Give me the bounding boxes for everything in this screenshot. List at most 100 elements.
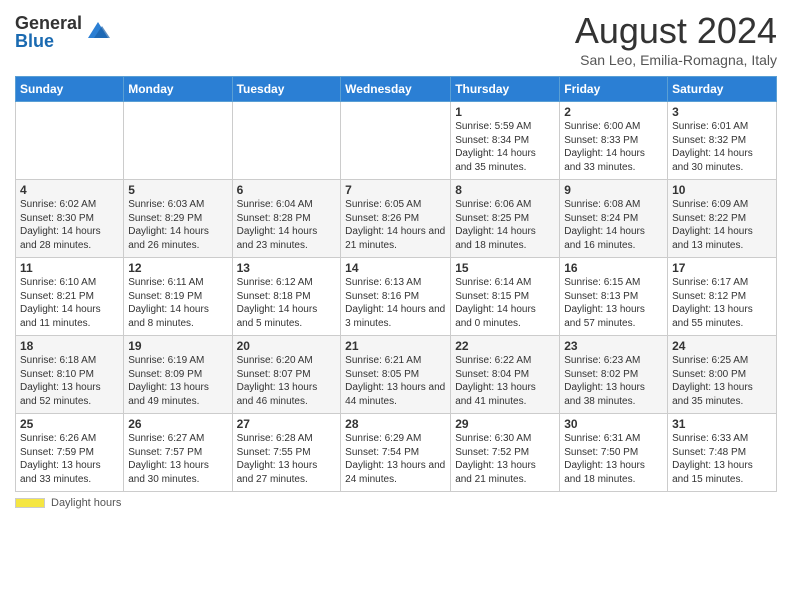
calendar-cell: 4Sunrise: 6:02 AM Sunset: 8:30 PM Daylig…	[16, 180, 124, 258]
day-info: Sunrise: 6:14 AM Sunset: 8:15 PM Dayligh…	[455, 276, 555, 330]
day-number: 27	[237, 417, 337, 431]
day-info: Sunrise: 6:02 AM Sunset: 8:30 PM Dayligh…	[20, 198, 119, 252]
calendar-cell: 19Sunrise: 6:19 AM Sunset: 8:09 PM Dayli…	[124, 336, 232, 414]
day-info: Sunrise: 6:12 AM Sunset: 8:18 PM Dayligh…	[237, 276, 337, 330]
calendar-cell: 1Sunrise: 5:59 AM Sunset: 8:34 PM Daylig…	[451, 102, 560, 180]
weekday-header-friday: Friday	[560, 77, 668, 102]
weekday-header-saturday: Saturday	[668, 77, 777, 102]
day-info: Sunrise: 6:29 AM Sunset: 7:54 PM Dayligh…	[345, 432, 446, 486]
day-number: 30	[564, 417, 663, 431]
calendar-table: SundayMondayTuesdayWednesdayThursdayFrid…	[15, 76, 777, 492]
day-info: Sunrise: 6:10 AM Sunset: 8:21 PM Dayligh…	[20, 276, 119, 330]
day-number: 9	[564, 183, 663, 197]
logo-blue: Blue	[15, 32, 82, 50]
day-number: 20	[237, 339, 337, 353]
logo-text: General Blue	[15, 14, 82, 50]
day-info: Sunrise: 6:09 AM Sunset: 8:22 PM Dayligh…	[672, 198, 772, 252]
weekday-header-monday: Monday	[124, 77, 232, 102]
day-info: Sunrise: 6:28 AM Sunset: 7:55 PM Dayligh…	[237, 432, 337, 486]
day-number: 24	[672, 339, 772, 353]
calendar-cell: 9Sunrise: 6:08 AM Sunset: 8:24 PM Daylig…	[560, 180, 668, 258]
day-info: Sunrise: 6:26 AM Sunset: 7:59 PM Dayligh…	[20, 432, 119, 486]
day-number: 10	[672, 183, 772, 197]
day-info: Sunrise: 6:23 AM Sunset: 8:02 PM Dayligh…	[564, 354, 663, 408]
weekday-header-wednesday: Wednesday	[341, 77, 451, 102]
day-number: 11	[20, 261, 119, 275]
day-number: 6	[237, 183, 337, 197]
day-info: Sunrise: 5:59 AM Sunset: 8:34 PM Dayligh…	[455, 120, 555, 174]
calendar-cell: 8Sunrise: 6:06 AM Sunset: 8:25 PM Daylig…	[451, 180, 560, 258]
day-number: 12	[128, 261, 227, 275]
calendar-cell: 5Sunrise: 6:03 AM Sunset: 8:29 PM Daylig…	[124, 180, 232, 258]
day-number: 2	[564, 105, 663, 119]
title-block: August 2024 San Leo, Emilia-Romagna, Ita…	[575, 10, 777, 68]
footer: Daylight hours	[15, 497, 777, 509]
day-number: 21	[345, 339, 446, 353]
daylight-label: Daylight hours	[51, 497, 121, 509]
day-info: Sunrise: 6:31 AM Sunset: 7:50 PM Dayligh…	[564, 432, 663, 486]
day-info: Sunrise: 6:33 AM Sunset: 7:48 PM Dayligh…	[672, 432, 772, 486]
logo: General Blue	[15, 14, 112, 50]
logo-icon	[84, 16, 112, 44]
day-info: Sunrise: 6:27 AM Sunset: 7:57 PM Dayligh…	[128, 432, 227, 486]
day-info: Sunrise: 6:03 AM Sunset: 8:29 PM Dayligh…	[128, 198, 227, 252]
calendar-cell: 11Sunrise: 6:10 AM Sunset: 8:21 PM Dayli…	[16, 258, 124, 336]
day-number: 19	[128, 339, 227, 353]
day-number: 4	[20, 183, 119, 197]
calendar-cell: 30Sunrise: 6:31 AM Sunset: 7:50 PM Dayli…	[560, 414, 668, 492]
day-info: Sunrise: 6:20 AM Sunset: 8:07 PM Dayligh…	[237, 354, 337, 408]
day-number: 16	[564, 261, 663, 275]
calendar-cell	[232, 102, 341, 180]
day-info: Sunrise: 6:05 AM Sunset: 8:26 PM Dayligh…	[345, 198, 446, 252]
week-row-2: 4Sunrise: 6:02 AM Sunset: 8:30 PM Daylig…	[16, 180, 777, 258]
day-info: Sunrise: 6:11 AM Sunset: 8:19 PM Dayligh…	[128, 276, 227, 330]
day-info: Sunrise: 6:30 AM Sunset: 7:52 PM Dayligh…	[455, 432, 555, 486]
calendar-cell: 21Sunrise: 6:21 AM Sunset: 8:05 PM Dayli…	[341, 336, 451, 414]
day-info: Sunrise: 6:15 AM Sunset: 8:13 PM Dayligh…	[564, 276, 663, 330]
day-number: 13	[237, 261, 337, 275]
calendar-cell	[16, 102, 124, 180]
day-info: Sunrise: 6:22 AM Sunset: 8:04 PM Dayligh…	[455, 354, 555, 408]
day-number: 8	[455, 183, 555, 197]
calendar-cell: 25Sunrise: 6:26 AM Sunset: 7:59 PM Dayli…	[16, 414, 124, 492]
day-info: Sunrise: 6:25 AM Sunset: 8:00 PM Dayligh…	[672, 354, 772, 408]
day-info: Sunrise: 6:06 AM Sunset: 8:25 PM Dayligh…	[455, 198, 555, 252]
weekday-header-row: SundayMondayTuesdayWednesdayThursdayFrid…	[16, 77, 777, 102]
page: General Blue August 2024 San Leo, Emilia…	[0, 0, 792, 519]
calendar-cell: 14Sunrise: 6:13 AM Sunset: 8:16 PM Dayli…	[341, 258, 451, 336]
day-number: 7	[345, 183, 446, 197]
calendar-cell: 24Sunrise: 6:25 AM Sunset: 8:00 PM Dayli…	[668, 336, 777, 414]
calendar-cell: 28Sunrise: 6:29 AM Sunset: 7:54 PM Dayli…	[341, 414, 451, 492]
day-number: 29	[455, 417, 555, 431]
day-number: 31	[672, 417, 772, 431]
calendar-cell: 15Sunrise: 6:14 AM Sunset: 8:15 PM Dayli…	[451, 258, 560, 336]
day-number: 18	[20, 339, 119, 353]
calendar-cell: 23Sunrise: 6:23 AM Sunset: 8:02 PM Dayli…	[560, 336, 668, 414]
calendar-cell: 13Sunrise: 6:12 AM Sunset: 8:18 PM Dayli…	[232, 258, 341, 336]
day-number: 26	[128, 417, 227, 431]
day-info: Sunrise: 6:01 AM Sunset: 8:32 PM Dayligh…	[672, 120, 772, 174]
logo-general: General	[15, 14, 82, 32]
day-info: Sunrise: 6:08 AM Sunset: 8:24 PM Dayligh…	[564, 198, 663, 252]
day-number: 22	[455, 339, 555, 353]
day-number: 17	[672, 261, 772, 275]
day-info: Sunrise: 6:19 AM Sunset: 8:09 PM Dayligh…	[128, 354, 227, 408]
calendar-cell: 29Sunrise: 6:30 AM Sunset: 7:52 PM Dayli…	[451, 414, 560, 492]
day-info: Sunrise: 6:04 AM Sunset: 8:28 PM Dayligh…	[237, 198, 337, 252]
calendar-cell: 2Sunrise: 6:00 AM Sunset: 8:33 PM Daylig…	[560, 102, 668, 180]
weekday-header-sunday: Sunday	[16, 77, 124, 102]
calendar-cell: 16Sunrise: 6:15 AM Sunset: 8:13 PM Dayli…	[560, 258, 668, 336]
week-row-3: 11Sunrise: 6:10 AM Sunset: 8:21 PM Dayli…	[16, 258, 777, 336]
weekday-header-tuesday: Tuesday	[232, 77, 341, 102]
calendar-cell: 6Sunrise: 6:04 AM Sunset: 8:28 PM Daylig…	[232, 180, 341, 258]
day-info: Sunrise: 6:00 AM Sunset: 8:33 PM Dayligh…	[564, 120, 663, 174]
daylight-swatch	[15, 498, 45, 508]
month-title: August 2024	[575, 10, 777, 52]
header: General Blue August 2024 San Leo, Emilia…	[15, 10, 777, 68]
calendar-cell: 27Sunrise: 6:28 AM Sunset: 7:55 PM Dayli…	[232, 414, 341, 492]
calendar-cell: 10Sunrise: 6:09 AM Sunset: 8:22 PM Dayli…	[668, 180, 777, 258]
day-number: 15	[455, 261, 555, 275]
day-number: 28	[345, 417, 446, 431]
calendar-cell: 17Sunrise: 6:17 AM Sunset: 8:12 PM Dayli…	[668, 258, 777, 336]
day-number: 25	[20, 417, 119, 431]
